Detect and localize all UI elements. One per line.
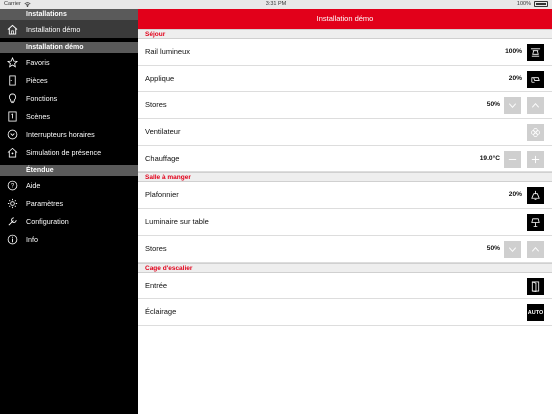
- fan-icon: [531, 128, 540, 138]
- sidebar-item-label: Favoris: [26, 57, 50, 67]
- chevron-down-icon: [508, 247, 517, 252]
- sidebar-item-label: Pièces: [26, 75, 48, 85]
- sidebar-item-installation-demo[interactable]: Installation démo: [0, 20, 138, 38]
- wall-lamp-button[interactable]: [527, 70, 544, 88]
- device-list: Séjour Rail lumineux 100% Applique 20% S…: [138, 29, 552, 414]
- temperature-minus-button[interactable]: [504, 150, 521, 168]
- gear-icon: [7, 198, 18, 209]
- sidebar-item-fonctions[interactable]: Fonctions: [0, 89, 138, 107]
- device-name: Rail lumineux: [145, 47, 191, 56]
- sidebar-item-label: Fonctions: [26, 93, 58, 103]
- minus-icon: [508, 158, 517, 160]
- sidebar: Installations Installation démo Installa…: [0, 9, 138, 414]
- sidebar-item-info[interactable]: Info: [0, 230, 138, 248]
- presence-house-icon: [7, 147, 18, 158]
- star-icon: [7, 57, 18, 68]
- sidebar-item-label: Installation démo: [26, 24, 81, 34]
- device-value: 100%: [505, 48, 522, 55]
- sidebar-item-label: Configuration: [26, 216, 69, 226]
- sidebar-item-aide[interactable]: ? Aide: [0, 176, 138, 194]
- door-button[interactable]: [527, 277, 544, 295]
- sidebar-section-installation-demo: Installation démo: [0, 42, 138, 53]
- clock-icon: [7, 129, 18, 140]
- blinds-down-button[interactable]: [504, 240, 521, 258]
- device-name: Entrée: [145, 280, 168, 290]
- device-row-eclairage: Éclairage AUTO: [138, 299, 552, 326]
- bulb-icon: [8, 93, 17, 104]
- device-row-plafonnier: Plafonnier 20%: [138, 182, 552, 210]
- device-row-stores: Stores 50%: [138, 92, 552, 120]
- status-time: 3:31 PM: [265, 1, 287, 7]
- sidebar-item-scenes[interactable]: Scènes: [0, 107, 138, 125]
- house-icon: [7, 24, 18, 35]
- device-value: 20%: [508, 191, 522, 199]
- help-icon: ?: [7, 180, 18, 191]
- sidebar-item-label: Simulation de présence: [26, 147, 102, 157]
- room-header-sejour: Séjour: [138, 29, 552, 39]
- wrench-icon: [8, 217, 17, 226]
- sidebar-section-installations: Installations: [0, 9, 138, 20]
- track-light-icon: [530, 48, 541, 57]
- device-row-luminaire-sur-table: Luminaire sur table: [138, 209, 552, 236]
- sidebar-item-label: Aide: [26, 180, 41, 190]
- sidebar-section-etendue: Étendue: [0, 165, 138, 176]
- sidebar-item-label: Info: [26, 234, 38, 244]
- temperature-plus-button[interactable]: [527, 150, 544, 168]
- sidebar-item-simulation-presence[interactable]: Simulation de présence: [0, 143, 138, 161]
- fan-button[interactable]: [527, 124, 544, 142]
- device-value: 50%: [486, 101, 500, 109]
- room-header-cage-escalier: Cage d'escalier: [138, 262, 552, 273]
- battery-percent: 100%: [516, 1, 531, 7]
- sidebar-item-interrupteurs-horaires[interactable]: Interrupteurs horaires: [0, 125, 138, 143]
- device-name: Plafonnier: [145, 190, 179, 200]
- scenes-icon: [8, 111, 17, 122]
- device-row-entree: Entrée: [138, 273, 552, 300]
- track-light-button[interactable]: [527, 44, 544, 61]
- device-name: Applique: [145, 73, 175, 83]
- table-lamp-button[interactable]: [527, 214, 544, 232]
- auto-button[interactable]: AUTO: [527, 304, 544, 322]
- page-title: Installation démo: [138, 9, 552, 29]
- device-row-rail-lumineux: Rail lumineux 100%: [138, 39, 552, 66]
- chevron-up-icon: [531, 103, 540, 109]
- door-icon: [9, 75, 16, 86]
- device-name: Stores: [145, 243, 167, 253]
- device-value: 20%: [508, 74, 522, 82]
- device-name: Ventilateur: [145, 127, 181, 137]
- device-row-stores: Stores 50%: [138, 236, 552, 263]
- battery-icon: [534, 1, 548, 7]
- device-row-ventilateur: Ventilateur: [138, 119, 552, 146]
- sidebar-item-parametres[interactable]: Paramètres: [0, 194, 138, 212]
- device-name: Éclairage: [145, 307, 177, 317]
- device-name: Luminaire sur table: [145, 217, 209, 227]
- door-open-icon: [531, 281, 540, 292]
- svg-text:?: ?: [11, 184, 15, 190]
- blinds-up-button[interactable]: [527, 97, 544, 115]
- sidebar-item-label: Interrupteurs horaires: [26, 129, 95, 139]
- device-value: 50%: [486, 244, 500, 252]
- sidebar-item-configuration[interactable]: Configuration: [0, 212, 138, 230]
- device-name: Stores: [145, 100, 167, 110]
- blinds-down-button[interactable]: [504, 97, 521, 115]
- sidebar-item-label: Paramètres: [26, 198, 64, 208]
- status-bar: Carrier 3:31 PM 100%: [0, 0, 552, 9]
- sidebar-item-pieces[interactable]: Pièces: [0, 71, 138, 89]
- wall-lamp-icon: [531, 76, 540, 83]
- sidebar-item-label: Scènes: [26, 111, 50, 121]
- device-name: Chauffage: [145, 153, 180, 163]
- plus-icon: [531, 155, 540, 163]
- chevron-down-icon: [508, 103, 517, 109]
- table-lamp-icon: [531, 218, 540, 228]
- ceiling-lamp-icon: [531, 191, 540, 201]
- device-row-applique: Applique 20%: [138, 66, 552, 93]
- room-header-salle-a-manger: Salle à manger: [138, 172, 552, 183]
- chevron-up-icon: [531, 246, 540, 252]
- blinds-up-button[interactable]: [527, 240, 544, 258]
- sidebar-item-favoris[interactable]: Favoris: [0, 53, 138, 71]
- device-value: 19.0°C: [479, 154, 500, 162]
- ceiling-lamp-button[interactable]: [527, 187, 544, 205]
- device-row-chauffage: Chauffage 19.0°C: [138, 146, 552, 173]
- info-icon: [7, 234, 18, 245]
